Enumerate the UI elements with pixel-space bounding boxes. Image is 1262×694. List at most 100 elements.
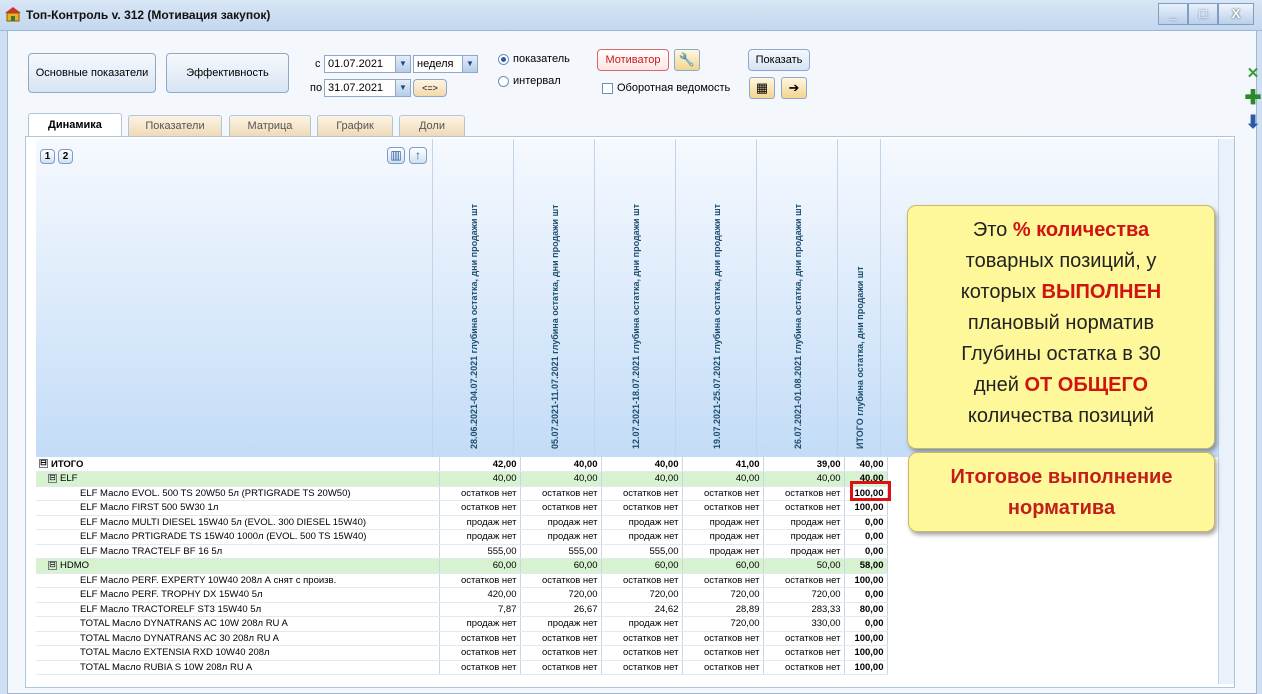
row-label: ELF Масло MULTI DIESEL 15W40 5л (EVOL. 3… [80,516,367,528]
radio-indicator-label: показатель [513,53,570,65]
table-row[interactable]: TOTAL Масло EXTENSIA RXD 10W40 208л остат… [36,645,888,661]
table-row[interactable]: ⊟ HDMO 60,00 60,00 60,00 60,00 50,00 58,00 [36,558,888,574]
callout-text: количества позиций [967,405,1155,427]
shift-period-button[interactable]: <=> [413,79,447,97]
tab-matrix[interactable]: Матрица [229,115,311,137]
data-table-body: ⊟ ИТОГО 42,00 40,00 40,00 41,00 39,00 40,00 ⊟ ELF… [36,457,888,675]
main-indicators-button[interactable]: Основные показатели [28,53,156,93]
add-icon[interactable]: ✚ [1244,88,1262,108]
row-expand-toggle-icon[interactable]: ⊟ [48,561,57,571]
radio-indicator[interactable] [498,54,509,65]
vertical-scrollbar[interactable] [1218,139,1234,684]
table-row[interactable]: ELF Масло FIRST 500 5W30 1л остатков нет о… [36,500,888,516]
table-row[interactable]: ELF Масло PERF. EXPERTY 10W40 208л А сня… [36,573,888,588]
date-to-field[interactable]: 31.07.2021 [324,79,396,97]
table-row[interactable]: ELF Масло PERF. TROPHY DX 15W40 5л 420,00… [36,587,888,603]
date-to-dropdown-icon[interactable]: ▼ [395,79,411,97]
cell-week-1: остатков нет [439,645,521,661]
row-label: TOTAL Масло RUBIA S 10W 208л RU A [80,661,253,673]
cell-week-2: 555,00 [520,544,602,559]
cell-week-4: остатков нет [682,645,764,661]
table-row[interactable]: TOTAL Масло DYNATRANS AC 30 208л RU A ост… [36,631,888,646]
data-table: ⊟ ИТОГО 42,00 40,00 40,00 41,00 39,00 40,00 ⊟ ELF… [36,457,888,675]
to-prefix: по [310,82,323,94]
date-from-field[interactable]: 01.07.2021 [324,55,396,73]
cell-total: 0,00 [844,544,888,559]
callout-emphasis: ОТ ОБЩЕГО [1024,374,1149,396]
row-expand-toggle-icon[interactable]: ⊟ [48,474,57,484]
column-header-week-4[interactable]: 19.07.2021-25.07.2021 глубина остатка, д… [675,139,756,457]
cell-week-3: остатков нет [601,500,683,516]
cell-week-4: 28,89 [682,602,764,617]
turnover-sheet-checkbox[interactable] [602,83,613,94]
cell-week-1: остатков нет [439,573,521,588]
close-green-icon[interactable]: ✕ [1244,65,1262,83]
row-name: TOTAL Масло DYNATRANS AC 30 208л RU A [36,631,440,646]
motivator-button[interactable]: Мотиватор [597,49,669,71]
cell-week-4: 40,00 [682,471,764,487]
table-row[interactable]: ELF Масло EVOL. 500 TS 20W50 5л (PRTIGRA… [36,486,888,501]
table-row[interactable]: ⊟ ELF 40,00 40,00 40,00 40,00 40,00 40,00 [36,471,888,487]
sort-up-icon[interactable]: ↑ [409,147,427,164]
cell-week-1: 555,00 [439,544,521,559]
right-toolbar: ✕ ✚ ⬇ [1244,65,1262,137]
tab-chart[interactable]: График [317,115,393,137]
column-header-total[interactable]: ИТОГО глубина остатка, дни продажи шт [837,139,880,457]
callout-total: Итоговое выполнение норматива [908,452,1215,532]
period-dropdown-icon[interactable]: ▼ [462,55,478,73]
maximize-button[interactable]: □ [1188,3,1218,25]
row-label: ELF [60,473,78,485]
row-label: ИТОГО [51,458,84,470]
row-expand-toggle-icon[interactable]: ⊟ [39,459,48,469]
minimize-button[interactable]: _ [1158,3,1188,25]
cell-week-2: остатков нет [520,660,602,675]
cell-week-5: продаж нет [763,515,845,530]
callout-percent-line: плановый норматив [908,308,1214,339]
cell-total: 100,00 [844,500,888,516]
row-name: TOTAL Масло EXTENSIA RXD 10W40 208л [36,645,440,661]
show-button[interactable]: Показать [748,49,810,71]
down-arrow-icon[interactable]: ⬇ [1244,113,1262,131]
cell-week-2: продаж нет [520,529,602,545]
cell-week-4: остатков нет [682,486,764,501]
table-row[interactable]: TOTAL Масло RUBIA S 10W 208л RU A остатко… [36,660,888,675]
efficiency-button[interactable]: Эффективность [166,53,289,93]
table-row[interactable]: ELF Масло PRTIGRADE TS 15W40 1000л (EVOL… [36,529,888,545]
column-header-week-2[interactable]: 05.07.2021-11.07.2021 глубина остатка, д… [513,139,594,457]
callout-text: дней [973,374,1025,396]
row-label: ELF Масло PRTIGRADE TS 15W40 1000л (EVOL… [80,531,367,543]
radio-interval[interactable] [498,76,509,87]
close-button[interactable]: X [1218,3,1254,25]
table-row[interactable]: ⊟ ИТОГО 42,00 40,00 40,00 41,00 39,00 40,00 [36,457,888,472]
row-name: ELF Масло PERF. EXPERTY 10W40 208л А сня… [36,573,440,588]
table-row[interactable]: ELF Масло TRACTELF BF 16 5л 555,00 555,00 5… [36,544,888,559]
excel-export-icon[interactable]: ▦ [749,77,775,99]
cell-total: 100,00 [844,660,888,675]
cell-week-1: остатков нет [439,486,521,501]
page-2-button[interactable]: 2 [58,149,73,164]
main-content: Основные показатели Эффективность с 01.0… [7,30,1261,694]
date-from-dropdown-icon[interactable]: ▼ [395,55,411,73]
period-select[interactable]: неделя [413,55,463,73]
cell-week-2: 40,00 [520,457,602,472]
column-header-week-1[interactable]: 28.06.2021-04.07.2021 глубина остатка, д… [432,139,513,457]
tab-dynamics[interactable]: Динамика [28,113,122,137]
callout-percent-line: дней ОТ ОБЩЕГО [908,370,1214,401]
settings-wrench-icon[interactable]: 🔧 [674,49,700,71]
column-header-week-5[interactable]: 26.07.2021-01.08.2021 глубина остатка, д… [756,139,837,457]
tab-shares[interactable]: Доли [399,115,465,137]
cell-total: 58,00 [844,558,888,574]
export-arrow-icon[interactable]: ➔ [781,77,807,99]
table-row[interactable]: ELF Масло TRACTORELF ST3 15W40 5л 7,87 26,… [36,602,888,617]
column-header-week-3[interactable]: 12.07.2021-18.07.2021 глубина остатка, д… [594,139,675,457]
tab-indicators[interactable]: Показатели [128,115,222,137]
page-1-button[interactable]: 1 [40,149,55,164]
table-row[interactable]: TOTAL Масло DYNATRANS AC 10W 208л RU A пр… [36,616,888,632]
table-row[interactable]: ELF Масло MULTI DIESEL 15W40 5л (EVOL. 3… [36,515,888,530]
cell-week-5: продаж нет [763,529,845,545]
cell-week-4: 41,00 [682,457,764,472]
cell-week-5: продаж нет [763,544,845,559]
column-chooser-icon[interactable]: ▥ [387,147,405,164]
cell-week-2: 26,67 [520,602,602,617]
cell-week-1: остатков нет [439,500,521,516]
